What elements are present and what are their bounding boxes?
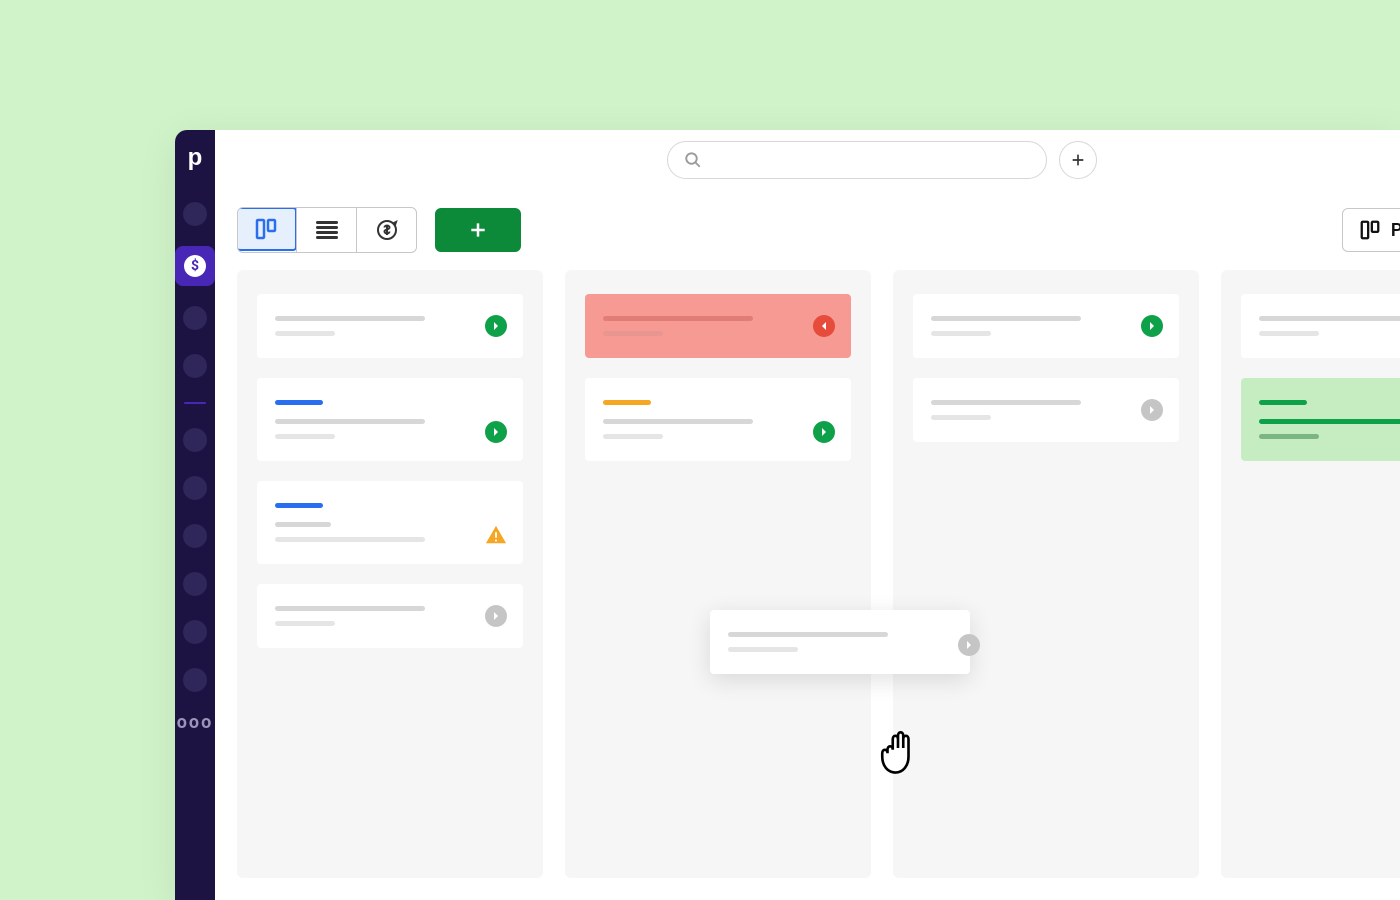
card-title — [275, 522, 331, 527]
card-subtitle — [275, 621, 335, 626]
dragging-card[interactable] — [710, 610, 970, 674]
card-subtitle — [603, 331, 663, 336]
card-subtitle — [275, 537, 425, 542]
card-title — [1259, 316, 1400, 321]
search-icon — [684, 151, 702, 169]
status-badge — [485, 605, 507, 627]
logo: p — [188, 146, 203, 170]
deal-card[interactable] — [1241, 378, 1400, 461]
card-title — [275, 606, 425, 611]
list-icon — [316, 221, 338, 239]
sidenav: p $ ooo — [175, 130, 215, 900]
view-list[interactable] — [296, 208, 356, 252]
nav-item[interactable] — [183, 306, 207, 330]
nav-item[interactable] — [183, 476, 207, 500]
plus-icon — [468, 220, 488, 240]
card-subtitle — [931, 415, 991, 420]
card-subtitle — [931, 331, 991, 336]
plus-icon — [1070, 152, 1086, 168]
topbar — [215, 130, 1400, 190]
view-kanban[interactable] — [237, 207, 297, 251]
kanban-icon — [254, 217, 278, 241]
card-title — [275, 316, 425, 321]
view-forecast[interactable] — [356, 208, 416, 252]
card-title — [603, 419, 753, 424]
kanban-column — [565, 270, 871, 878]
card-subtitle — [275, 331, 335, 336]
kanban-icon — [1359, 219, 1381, 241]
nav-item[interactable] — [183, 668, 207, 692]
view-switcher — [237, 207, 417, 253]
kanban-column — [237, 270, 543, 878]
nav-item[interactable] — [183, 202, 207, 226]
card-subtitle — [1259, 331, 1319, 336]
card-title — [931, 316, 1081, 321]
card-title — [931, 400, 1081, 405]
card-accent — [603, 400, 651, 405]
card-subtitle — [275, 434, 335, 439]
nav-item[interactable] — [183, 572, 207, 596]
chevron-right-icon — [958, 634, 980, 656]
deal-card[interactable] — [257, 481, 523, 564]
nav-deals[interactable]: $ — [175, 246, 215, 286]
search-input-container[interactable] — [667, 141, 1047, 179]
card-title — [275, 419, 425, 424]
status-badge — [1141, 315, 1163, 337]
status-badge — [813, 421, 835, 443]
main: Pipeline — [215, 130, 1400, 900]
deal-card[interactable] — [257, 294, 523, 358]
app-window: p $ ooo — [175, 130, 1400, 900]
kanban-column — [893, 270, 1199, 878]
kanban-board — [215, 270, 1400, 900]
card-subtitle — [603, 434, 663, 439]
nav-item[interactable] — [183, 428, 207, 452]
status-badge — [1141, 399, 1163, 421]
card-title — [603, 316, 753, 321]
deal-card[interactable] — [257, 378, 523, 461]
refresh-dollar-icon — [375, 218, 399, 242]
kanban-column — [1221, 270, 1400, 878]
nav-item[interactable] — [183, 620, 207, 644]
card-accent — [275, 503, 323, 508]
card-accent — [275, 400, 323, 405]
deal-card[interactable] — [1241, 294, 1400, 358]
deal-card[interactable] — [913, 294, 1179, 358]
dollar-icon: $ — [184, 255, 206, 277]
card-subtitle — [1259, 434, 1319, 439]
nav-item[interactable] — [183, 354, 207, 378]
deal-card[interactable] — [585, 294, 851, 358]
status-badge — [485, 315, 507, 337]
deal-card[interactable] — [585, 378, 851, 461]
status-badge — [485, 421, 507, 443]
search-input[interactable] — [712, 152, 1030, 168]
warning-icon — [485, 524, 507, 546]
nav-more[interactable]: ooo — [177, 712, 213, 733]
toolbar: Pipeline — [215, 190, 1400, 270]
card-accent — [1259, 400, 1307, 405]
nav-divider — [184, 402, 206, 404]
grab-cursor-icon — [870, 720, 926, 776]
add-deal-button[interactable] — [435, 208, 521, 252]
deal-card[interactable] — [913, 378, 1179, 442]
deal-card[interactable] — [257, 584, 523, 648]
nav-item[interactable] — [183, 524, 207, 548]
add-quick-button[interactable] — [1059, 141, 1097, 179]
card-title — [1259, 419, 1400, 424]
pipeline-selector[interactable]: Pipeline — [1342, 208, 1400, 252]
pipeline-label: Pipeline — [1391, 220, 1400, 241]
status-badge — [813, 315, 835, 337]
